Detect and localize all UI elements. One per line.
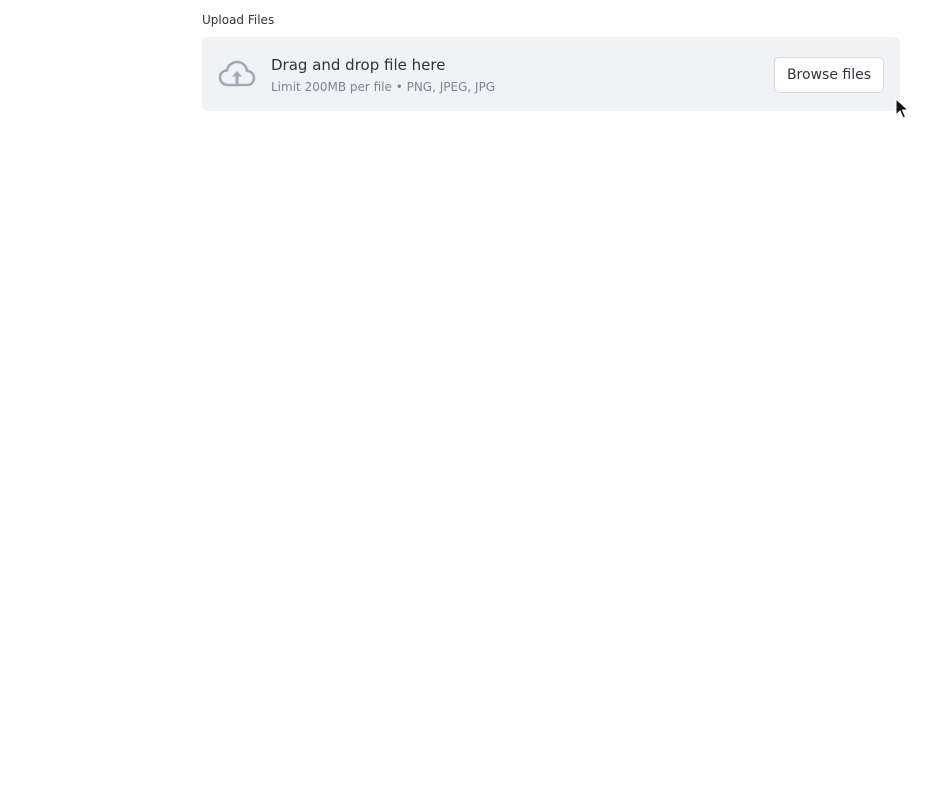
file-uploader: Upload Files Drag and drop file here Lim… [202, 12, 900, 111]
page: Upload Files Drag and drop file here Lim… [0, 0, 950, 811]
upload-label: Upload Files [202, 13, 275, 27]
browse-files-button[interactable]: Browse files [773, 57, 884, 93]
file-limit-text: Limit 200MB per file • PNG, JPEG, JPG [271, 80, 496, 94]
mouse-cursor-icon [895, 97, 910, 120]
cloud-upload-icon [218, 59, 256, 89]
dropzone[interactable]: Drag and drop file here Limit 200MB per … [202, 37, 900, 111]
drop-title: Drag and drop file here [271, 56, 446, 74]
drop-text: Drag and drop file here Limit 200MB per … [271, 55, 495, 95]
